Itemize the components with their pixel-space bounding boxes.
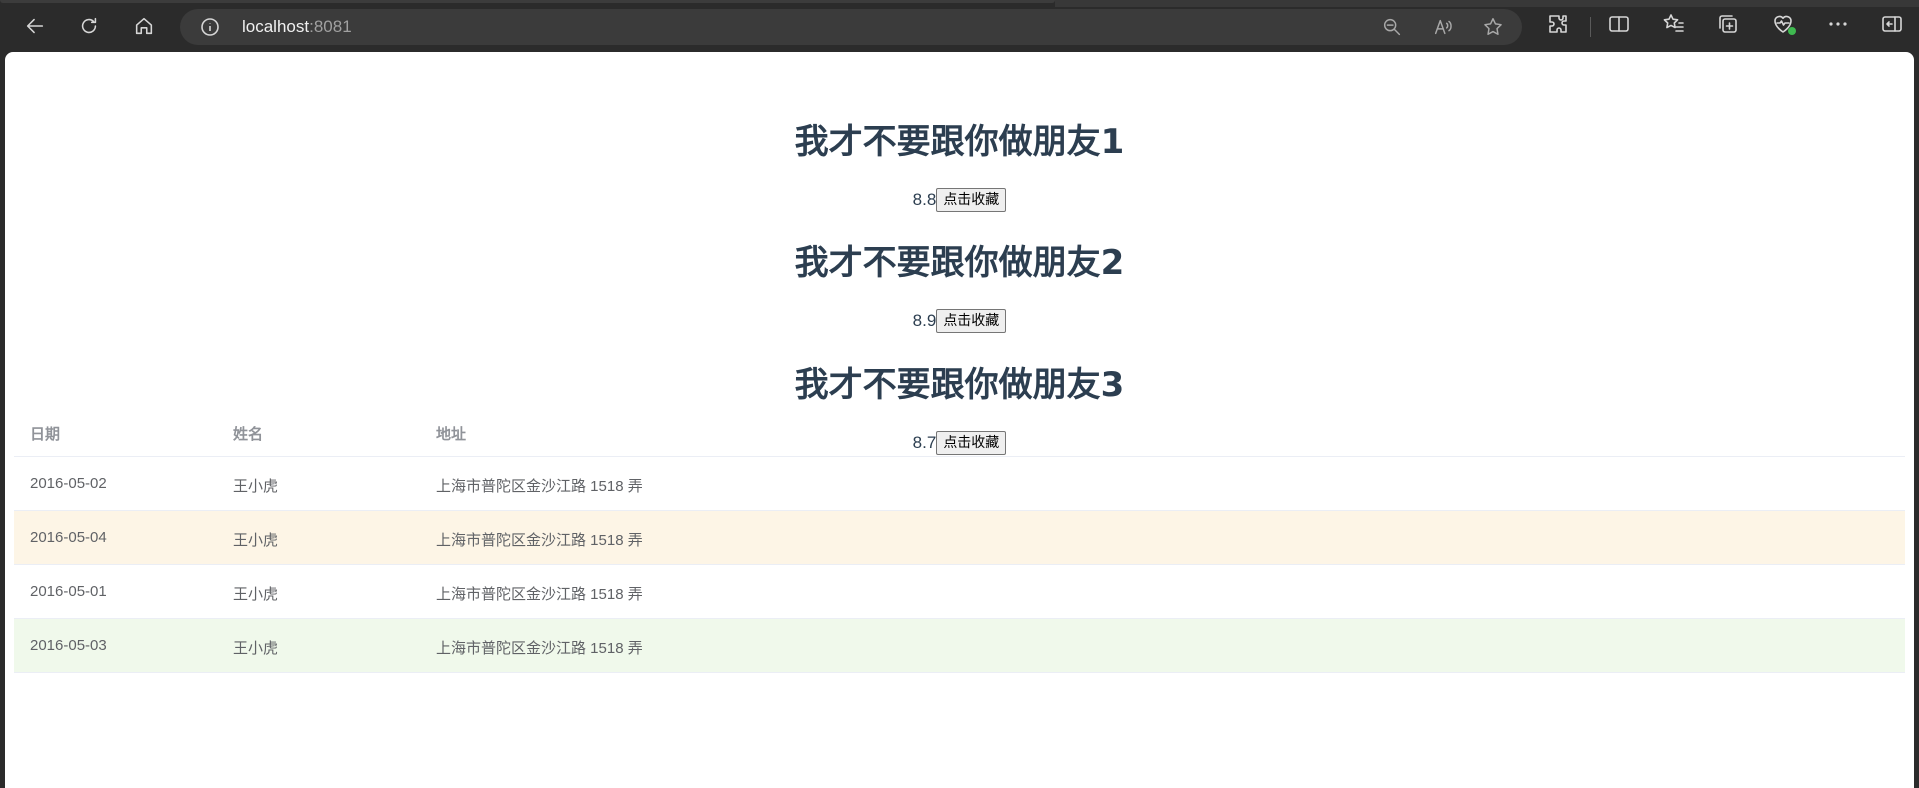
cell-date: 2016-05-01 (30, 583, 107, 600)
cell-name: 王小虎 (233, 586, 279, 603)
table-row[interactable]: 2016-05-03 王小虎 上海市普陀区金沙江路 1518 弄 (14, 619, 1905, 673)
page-content: 我才不要跟你做朋友1 8.8 点击收藏 我才不要跟你做朋友2 8.9 点击收藏 我才… (5, 52, 1914, 788)
cell-name: 王小虎 (233, 532, 279, 549)
favorites-list-icon (1663, 14, 1684, 32)
column-header-name[interactable]: 姓名 (233, 423, 263, 444)
back-button[interactable] (18, 9, 52, 43)
favorite-star-icon[interactable] (1482, 16, 1506, 40)
toolbar-divider (1590, 17, 1591, 37)
cell-address: 上海市普陀区金沙江路 1518 弄 (436, 532, 643, 549)
movie-item: 我才不要跟你做朋友1 (5, 122, 1914, 162)
split-screen-icon (1609, 16, 1629, 32)
movie-rating-row: 8.9 点击收藏 (5, 309, 1914, 333)
zoom-out-icon[interactable] (1381, 16, 1405, 40)
address-table: 日期 姓名 地址 2016-05-02 王小虎 上海市普陀区金沙江路 1518 … (14, 403, 1905, 673)
url-text[interactable]: localhost:8081 (242, 17, 352, 37)
collections-button[interactable] (1716, 12, 1744, 40)
extensions-button[interactable] (1546, 12, 1574, 40)
collections-icon (1719, 15, 1737, 33)
table-row[interactable]: 2016-05-02 王小虎 上海市普陀区金沙江路 1518 弄 (14, 457, 1905, 511)
favorites-button[interactable] (1662, 12, 1690, 40)
movie-rating: 8.9 (912, 311, 937, 330)
tab-strip-right (1055, 0, 1919, 7)
table-row[interactable]: 2016-05-01 王小虎 上海市普陀区金沙江路 1518 弄 (14, 565, 1905, 619)
movie-item: 我才不要跟你做朋友2 (5, 243, 1914, 283)
more-icon (1829, 22, 1847, 26)
column-header-address[interactable]: 地址 (436, 423, 466, 444)
favorite-button[interactable]: 点击收藏 (936, 188, 1007, 212)
sidebar-icon (1882, 16, 1902, 32)
table-row[interactable]: 2016-05-04 王小虎 上海市普陀区金沙江路 1518 弄 (14, 511, 1905, 565)
more-menu-button[interactable] (1826, 12, 1854, 40)
browser-essentials-button[interactable] (1771, 12, 1799, 40)
column-header-date[interactable]: 日期 (30, 423, 60, 444)
status-dot (1788, 27, 1796, 35)
movie-title: 我才不要跟你做朋友1 (794, 122, 1125, 162)
cell-address: 上海市普陀区金沙江路 1518 弄 (436, 640, 643, 657)
movie-rating: 8.8 (912, 190, 937, 209)
refresh-button[interactable] (72, 9, 106, 43)
sidebar-toggle-button[interactable] (1880, 12, 1908, 40)
url-host: localhost (242, 17, 310, 36)
cell-address: 上海市普陀区金沙江路 1518 弄 (436, 586, 643, 603)
cell-name: 王小虎 (233, 640, 279, 657)
url-port: :8081 (309, 17, 352, 36)
movie-item: 我才不要跟你做朋友3 (5, 365, 1914, 405)
table-header: 日期 姓名 地址 (14, 403, 1905, 457)
puzzle-icon (1549, 15, 1567, 33)
site-info-icon[interactable] (200, 17, 220, 37)
tab-strip (0, 0, 1055, 3)
browser-toolbar: localhost:8081 (0, 0, 1919, 52)
home-icon (135, 17, 153, 35)
movie-title: 我才不要跟你做朋友3 (794, 365, 1125, 405)
address-bar[interactable]: localhost:8081 (180, 9, 1522, 45)
cell-name: 王小虎 (233, 478, 279, 495)
cell-date: 2016-05-04 (30, 529, 107, 546)
split-screen-button[interactable] (1607, 12, 1635, 40)
home-button[interactable] (127, 9, 161, 43)
movie-rating-row: 8.8 点击收藏 (5, 188, 1914, 212)
cell-address: 上海市普陀区金沙江路 1518 弄 (436, 478, 643, 495)
read-aloud-icon[interactable] (1432, 16, 1456, 40)
cell-date: 2016-05-02 (30, 475, 107, 492)
favorite-button[interactable]: 点击收藏 (936, 309, 1007, 333)
refresh-icon (81, 17, 97, 34)
cell-date: 2016-05-03 (30, 637, 107, 654)
movie-title: 我才不要跟你做朋友2 (794, 243, 1125, 283)
arrow-left-icon (26, 18, 44, 34)
